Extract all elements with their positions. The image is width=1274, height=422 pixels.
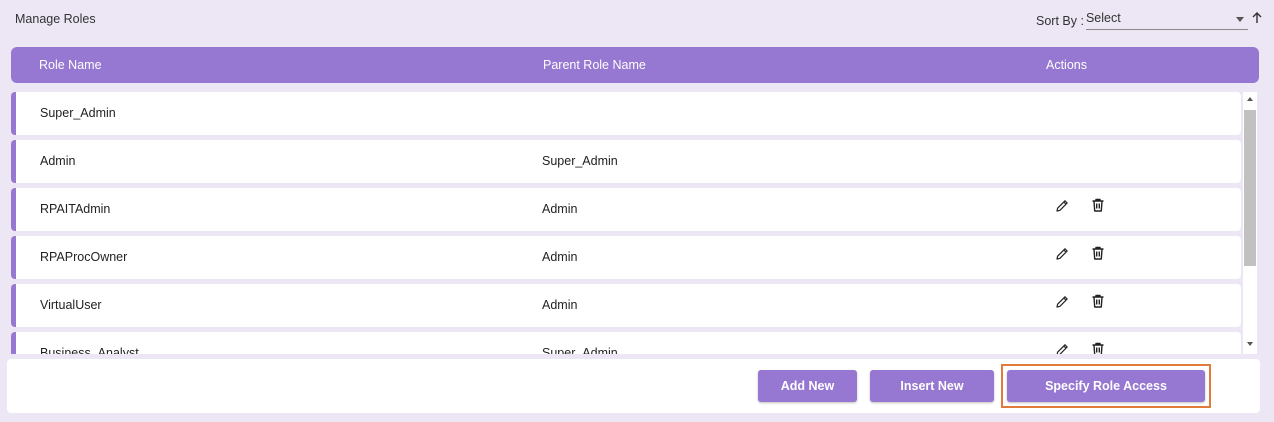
scroll-thumb[interactable] bbox=[1244, 110, 1256, 266]
parent-role-cell: Admin bbox=[542, 202, 578, 216]
header-role-name[interactable]: Role Name bbox=[39, 58, 102, 72]
parent-role-cell: Super_Admin bbox=[542, 154, 618, 168]
trash-icon[interactable] bbox=[1090, 197, 1106, 213]
specify-role-access-button[interactable]: Specify Role Access bbox=[1007, 370, 1205, 402]
pencil-icon[interactable] bbox=[1054, 294, 1070, 310]
arrow-up-icon[interactable] bbox=[1252, 12, 1262, 24]
sort-control: Sort By : Select bbox=[1036, 8, 1262, 30]
table-row[interactable]: RPAITAdmin Admin bbox=[11, 188, 1241, 231]
trash-icon[interactable] bbox=[1090, 293, 1106, 309]
insert-new-button[interactable]: Insert New bbox=[870, 370, 994, 402]
table-row[interactable]: Business_Analyst Super_Admin bbox=[11, 332, 1241, 354]
pencil-icon[interactable] bbox=[1054, 246, 1070, 262]
role-name-cell: Admin bbox=[40, 154, 76, 168]
role-name-cell: Business_Analyst bbox=[40, 346, 139, 354]
header-parent-role-name[interactable]: Parent Role Name bbox=[543, 58, 646, 72]
table-row[interactable]: Admin Super_Admin bbox=[11, 140, 1241, 183]
table-row[interactable]: VirtualUser Admin bbox=[11, 284, 1241, 327]
parent-role-cell: Admin bbox=[542, 250, 578, 264]
pencil-icon[interactable] bbox=[1054, 342, 1070, 354]
role-name-cell: Super_Admin bbox=[40, 106, 116, 120]
table-header: Role Name Parent Role Name Actions bbox=[11, 47, 1259, 83]
pencil-icon[interactable] bbox=[1054, 198, 1070, 214]
table-row[interactable]: Super_Admin bbox=[11, 92, 1241, 135]
page-title: Manage Roles bbox=[15, 12, 96, 26]
scroll-down-icon[interactable] bbox=[1247, 342, 1253, 346]
table-row[interactable]: RPAProcOwner Admin bbox=[11, 236, 1241, 279]
parent-role-cell: Admin bbox=[542, 298, 578, 312]
scroll-up-icon[interactable] bbox=[1247, 97, 1253, 101]
trash-icon[interactable] bbox=[1090, 341, 1106, 354]
add-new-button[interactable]: Add New bbox=[758, 370, 857, 402]
header-actions: Actions bbox=[1046, 58, 1087, 72]
sort-label: Sort By : bbox=[1036, 14, 1084, 28]
list-scrollbar[interactable] bbox=[1243, 92, 1257, 354]
chevron-down-icon bbox=[1235, 17, 1244, 22]
sort-select[interactable]: Select bbox=[1085, 9, 1248, 30]
role-name-cell: RPAProcOwner bbox=[40, 250, 128, 264]
parent-role-cell: Super_Admin bbox=[542, 346, 618, 354]
footer-actions: Add New Insert New Specify Role Access bbox=[7, 359, 1260, 413]
roles-list: Super_Admin Admin Super_Admin RPAITAdmin… bbox=[11, 92, 1241, 354]
trash-icon[interactable] bbox=[1090, 245, 1106, 261]
sort-select-value: Select bbox=[1085, 11, 1121, 25]
role-name-cell: RPAITAdmin bbox=[40, 202, 111, 216]
role-name-cell: VirtualUser bbox=[40, 298, 102, 312]
